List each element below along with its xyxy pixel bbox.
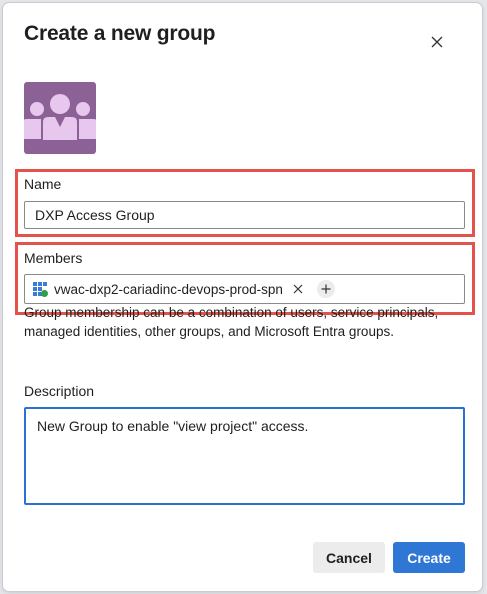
member-chip: vwac-dxp2-cariadinc-devops-prod-spn xyxy=(30,278,308,300)
create-group-dialog: Create a new group Name Members xyxy=(3,3,482,591)
create-button[interactable]: Create xyxy=(393,542,465,573)
group-avatar xyxy=(22,82,98,154)
members-label: Members xyxy=(24,250,83,266)
add-icon xyxy=(321,284,331,294)
members-helper-text: Group membership can be a combination of… xyxy=(24,305,439,339)
cancel-button[interactable]: Cancel xyxy=(313,542,385,573)
group-avatar-icon xyxy=(22,94,98,140)
description-input[interactable]: New Group to enable "view project" acces… xyxy=(24,407,465,505)
close-icon xyxy=(293,284,303,294)
name-input[interactable] xyxy=(24,201,465,229)
service-principal-icon xyxy=(32,281,48,297)
name-label: Name xyxy=(24,176,62,192)
add-member-button[interactable] xyxy=(316,280,335,298)
close-icon xyxy=(431,36,443,48)
remove-member-button[interactable] xyxy=(292,283,304,295)
members-input[interactable]: vwac-dxp2-cariadinc-devops-prod-spn xyxy=(24,274,465,304)
member-name: vwac-dxp2-cariadinc-devops-prod-spn xyxy=(54,281,283,297)
dialog-title: Create a new group xyxy=(24,22,216,45)
close-button[interactable] xyxy=(427,32,447,52)
description-label: Description xyxy=(24,383,95,399)
